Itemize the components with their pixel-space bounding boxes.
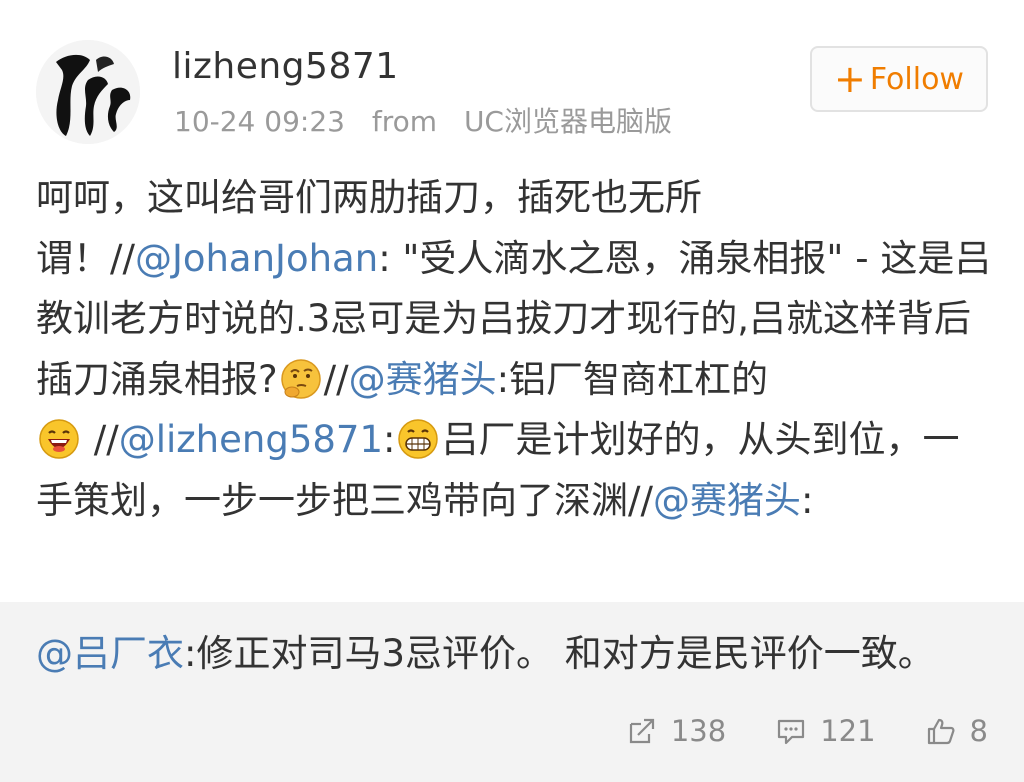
like-count: 8	[969, 714, 988, 748]
repost-count: 138	[670, 714, 727, 748]
comment-button[interactable]: 121	[776, 714, 876, 748]
grinning-emoji	[398, 419, 439, 459]
content-text: :	[383, 418, 396, 461]
mention-link[interactable]: @赛猪头	[349, 358, 497, 401]
username[interactable]: lizheng5871	[172, 46, 399, 87]
from-label: from	[371, 105, 438, 138]
action-bar: 138 121 8	[627, 706, 988, 756]
follow-label: Follow	[869, 61, 964, 97]
thinking-emoji	[280, 358, 321, 399]
avatar[interactable]	[36, 40, 140, 144]
weibo-post: lizheng5871 10-24 09:23 from UC浏览器电脑版 + …	[0, 0, 1024, 600]
comment-count: 121	[820, 714, 876, 748]
avatar-image	[36, 40, 140, 144]
mention-link[interactable]: @JohanJohan	[135, 237, 378, 280]
plus-icon: +	[834, 57, 866, 101]
like-button[interactable]: 8	[926, 714, 988, 748]
retweeted-content: :修正对司马3忌评价。 和对方是民评价一致。	[184, 632, 935, 675]
repost-button[interactable]: 138	[627, 714, 726, 748]
like-icon	[927, 718, 955, 745]
post-time: 10-24 09:23	[174, 105, 345, 138]
content-text: :铝厂智商杠杠的	[496, 357, 769, 401]
comment-icon	[778, 719, 805, 745]
post-source[interactable]: UC浏览器电脑版	[464, 105, 672, 138]
content-text: :	[800, 478, 814, 522]
laughing-emoji	[39, 419, 79, 459]
post-meta: 10-24 09:23 from UC浏览器电脑版	[174, 100, 690, 140]
post-content: 呵呵，这叫给哥们两肋插刀，插死也无所谓！//@JohanJohan: "受人滴水…	[36, 168, 996, 531]
content-text: //	[323, 357, 349, 401]
mention-link[interactable]: @lizheng5871	[119, 418, 383, 461]
repost-icon	[629, 718, 654, 744]
retweeted-block[interactable]: @吕厂衣:修正对司马3忌评价。 和对方是民评价一致。 138 121 8	[0, 602, 1024, 782]
follow-button[interactable]: + Follow	[810, 46, 988, 112]
mention-link[interactable]: @赛猪头	[653, 479, 801, 522]
retweeted-text: @吕厂衣:修正对司马3忌评价。 和对方是民评价一致。	[36, 628, 996, 680]
content-text: //	[82, 418, 119, 461]
mention-link[interactable]: @吕厂衣	[36, 632, 184, 675]
